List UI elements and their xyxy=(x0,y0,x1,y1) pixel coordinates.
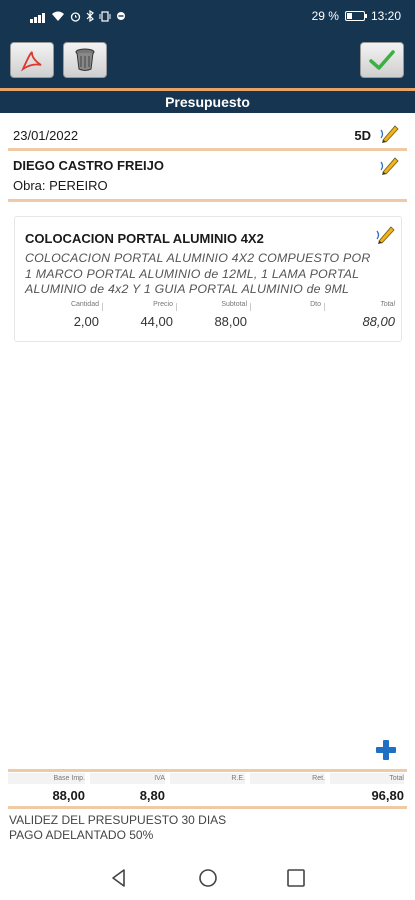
status-icons-right: 29 % 13:20 xyxy=(312,9,401,23)
check-icon xyxy=(369,50,395,70)
iva-value: 8,80 xyxy=(139,788,165,803)
obra-label: Obra: PEREIRO xyxy=(13,178,108,193)
totals-row: Base Imp. 88,00 IVA 8,80 R.E. Ret. Total… xyxy=(8,773,407,805)
status-bar: 29 % 13:20 xyxy=(0,0,415,32)
add-item-plus-icon[interactable] xyxy=(376,740,396,760)
edit-client-pencil-icon[interactable] xyxy=(379,154,401,176)
budget-notes: VALIDEZ DEL PRESUPUESTO 30 DIAS PAGO ADE… xyxy=(9,813,226,843)
base-label: Base Imp. xyxy=(8,773,85,784)
home-icon[interactable] xyxy=(197,867,219,889)
total-label: Total xyxy=(380,301,395,308)
pdf-icon xyxy=(20,51,42,72)
item-amounts: Cantidad 2,00 Precio 44,00 Subtotal 88,0… xyxy=(25,301,395,331)
battery-percent: 29 % xyxy=(311,9,339,23)
alarm-icon xyxy=(70,11,81,22)
signal-icon xyxy=(30,9,46,23)
separator xyxy=(8,148,407,151)
pdf-button[interactable] xyxy=(10,42,54,78)
budget-date: 23/01/2022 xyxy=(13,128,79,143)
line-item-card[interactable]: COLOCACION PORTAL ALUMINIO 4X2 COLOCACIO… xyxy=(14,216,402,342)
note-payment: PAGO ADELANTADO 50% xyxy=(9,828,154,842)
totals-total: Total 96,80 xyxy=(330,773,407,805)
confirm-button[interactable] xyxy=(360,42,404,78)
date-row: 23/01/2022 5D xyxy=(0,120,415,148)
clock: 13:20 xyxy=(370,9,401,23)
validity-days: 5D xyxy=(354,128,371,143)
back-icon[interactable] xyxy=(108,867,130,889)
vibrate-icon xyxy=(99,10,111,22)
grand-total-label: Total xyxy=(330,773,404,784)
item-subtotal: Subtotal 88,00 xyxy=(173,301,247,329)
trash-icon xyxy=(75,48,95,71)
totals-ret: Ret. xyxy=(250,773,328,805)
price-label: Precio xyxy=(153,301,173,308)
item-total: Total 88,00 xyxy=(321,301,395,329)
subtotal-label: Subtotal xyxy=(221,301,247,308)
totals-separator xyxy=(8,806,407,809)
re-label: R.E. xyxy=(170,773,245,784)
system-nav-bar xyxy=(0,855,415,900)
grand-total-value: 96,80 xyxy=(371,788,404,803)
client-name: DIEGO CASTRO FREIJO xyxy=(13,158,164,173)
iva-label: IVA xyxy=(90,773,165,784)
page-title: Presupuesto xyxy=(0,91,415,113)
delete-button[interactable] xyxy=(63,42,107,78)
recents-icon[interactable] xyxy=(285,867,307,889)
note-validity: VALIDEZ DEL PRESUPUESTO 30 DIAS xyxy=(9,813,227,827)
item-title: COLOCACION PORTAL ALUMINIO 4X2 xyxy=(25,231,264,246)
item-price: Precio 44,00 xyxy=(99,301,173,329)
quantity-value: 2,00 xyxy=(73,314,99,329)
discount-label: Dto xyxy=(310,301,321,308)
item-description: COLOCACION PORTAL ALUMINIO 4X2 COMPUESTO… xyxy=(25,251,371,296)
subtotal-value: 88,00 xyxy=(214,314,247,329)
totals-re: R.E. xyxy=(170,773,248,805)
ret-label: Ret. xyxy=(250,773,325,784)
quantity-label: Cantidad xyxy=(70,301,99,308)
separator xyxy=(8,199,407,202)
item-discount: Dto xyxy=(247,301,321,314)
dnd-icon xyxy=(117,12,125,20)
edit-header-pencil-icon[interactable] xyxy=(379,122,401,144)
totals-separator xyxy=(8,769,407,772)
toolbar xyxy=(0,32,415,88)
bluetooth-icon xyxy=(86,10,94,22)
totals-iva: IVA 8,80 xyxy=(90,773,168,805)
item-quantity: Cantidad 2,00 xyxy=(25,301,99,329)
edit-item-pencil-icon[interactable] xyxy=(375,223,397,245)
status-icons-left xyxy=(30,9,126,23)
total-value: 88,00 xyxy=(362,314,395,329)
price-value: 44,00 xyxy=(140,314,173,329)
totals-base: Base Imp. 88,00 xyxy=(8,773,88,805)
wifi-icon xyxy=(52,11,64,21)
base-value: 88,00 xyxy=(52,788,85,803)
battery-icon xyxy=(344,11,367,21)
